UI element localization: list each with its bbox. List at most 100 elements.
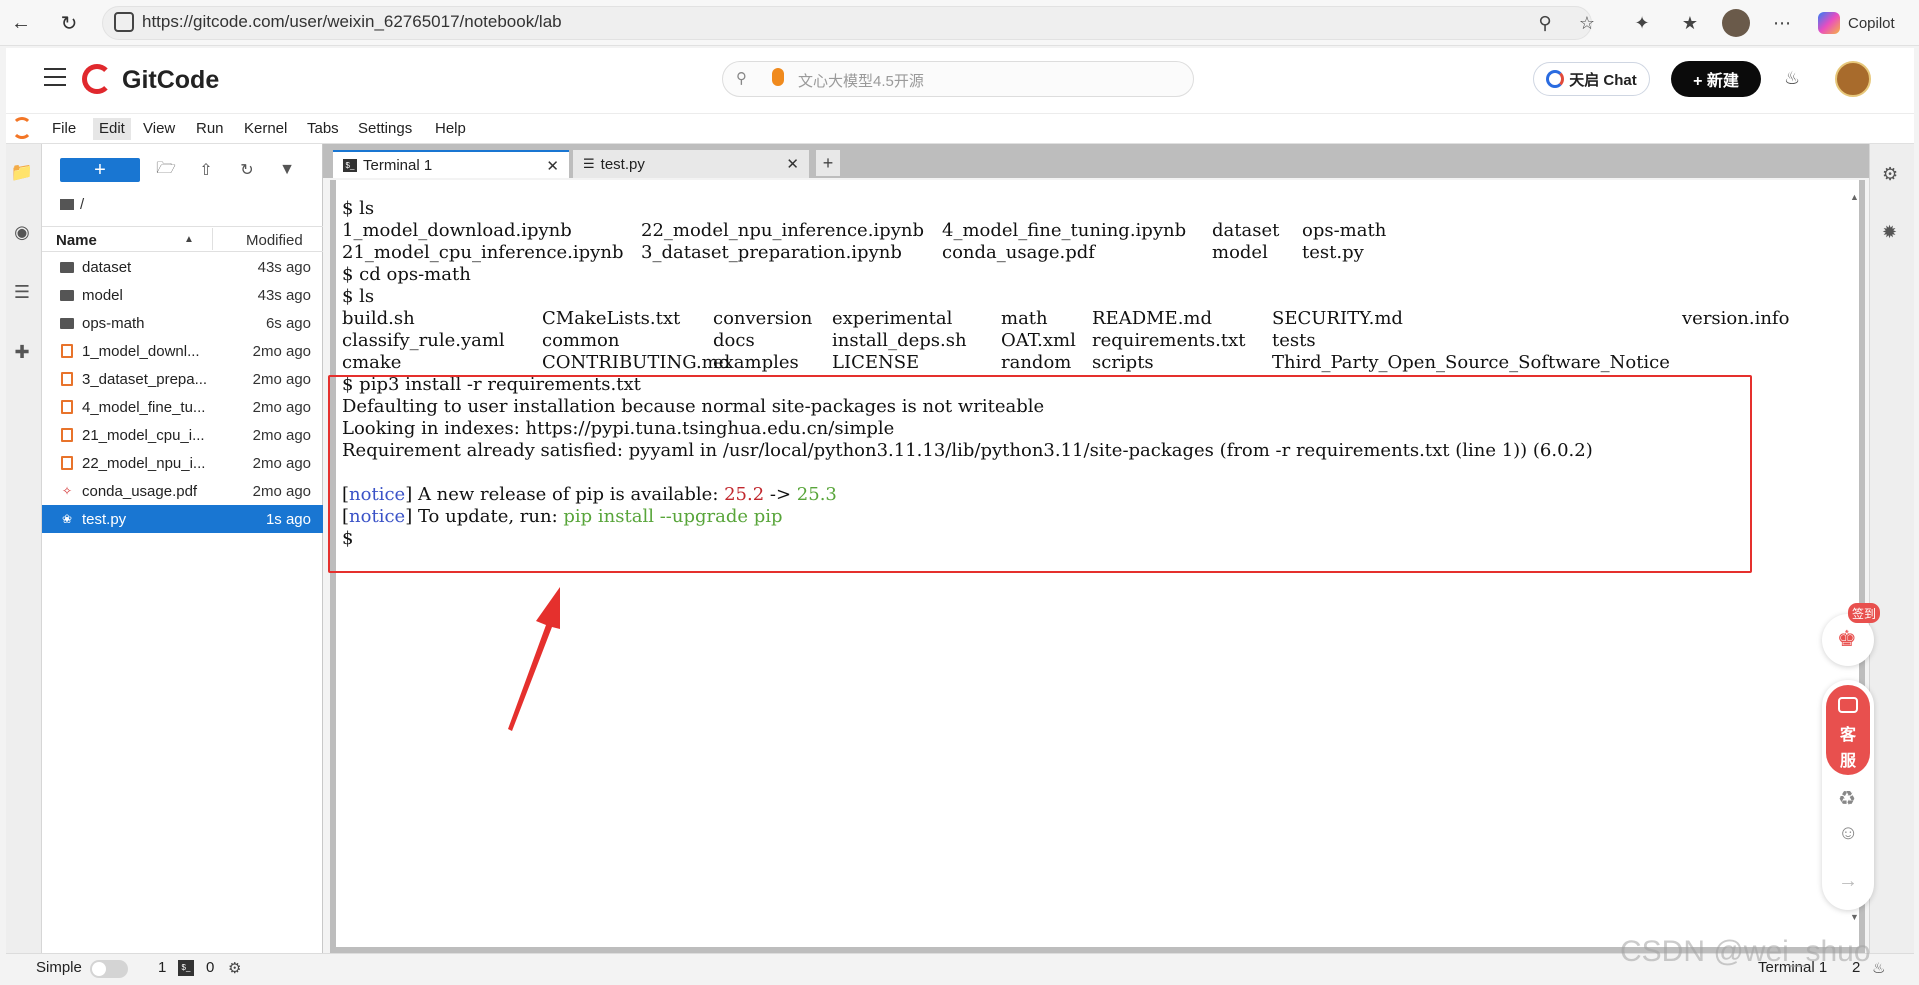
notification-bell-icon[interactable]: ♨ (1872, 959, 1885, 977)
file-name: 21_model_cpu_i... (82, 426, 205, 444)
flame-icon (772, 68, 784, 86)
file-row[interactable]: 4_model_fine_tu... 2mo ago (42, 393, 323, 421)
terminal-cell: experimental (832, 308, 953, 329)
menu-tabs[interactable]: Tabs (301, 118, 345, 140)
annotation-arrow (508, 587, 560, 731)
file-row[interactable]: ops-math 6s ago (42, 309, 323, 337)
site-info-icon[interactable] (114, 12, 134, 32)
debugger-icon[interactable]: ✹ (1882, 222, 1897, 243)
favorites-icon[interactable]: ★ (1676, 10, 1704, 36)
file-row[interactable]: model 43s ago (42, 281, 323, 309)
file-name: test.py (82, 510, 127, 528)
tab-terminal[interactable]: $_ Terminal 1 ✕ (333, 150, 569, 178)
scroll-down-icon[interactable]: ▼ (1850, 912, 1859, 922)
kefu-label-2: 服 (1839, 753, 1856, 770)
terminal-cell: dataset (1212, 220, 1280, 241)
file-row[interactable]: 3_dataset_prepa... 2mo ago (42, 365, 323, 393)
feedback-smile-icon[interactable]: ☺ (1838, 822, 1858, 845)
reload-icon[interactable]: ↻ (54, 8, 84, 38)
close-icon[interactable]: ✕ (786, 155, 799, 173)
file-row[interactable]: 1_model_downl... 2mo ago (42, 337, 323, 365)
property-inspector-icon[interactable]: ⚙ (1882, 164, 1898, 185)
terminal-cell: 21_model_cpu_inference.ipynb (342, 242, 624, 263)
terminal-cell: OAT.xml (1001, 330, 1076, 351)
terminal-icon: $_ (343, 158, 357, 172)
copilot-button[interactable]: Copilot (1810, 6, 1910, 40)
menu-help[interactable]: Help (429, 118, 472, 140)
terminal-cell: 1_model_download.ipynb (342, 220, 572, 241)
file-name: ops-math (82, 314, 145, 332)
terminal-cell: test.py (1302, 242, 1364, 263)
file-row[interactable]: 21_model_cpu_i... 2mo ago (42, 421, 323, 449)
upload-icon[interactable]: ⇧ (194, 158, 218, 182)
menu-edit[interactable]: Edit (93, 118, 131, 140)
profile-avatar[interactable] (1722, 9, 1750, 37)
file-row[interactable]: 22_model_npu_i... 2mo ago (42, 449, 323, 477)
chat-label: 天启 Chat (1569, 71, 1637, 89)
file-name: 1_model_downl... (82, 342, 200, 360)
right-sidebar (1869, 144, 1914, 953)
extension-icon[interactable]: ✚ (10, 340, 34, 364)
file-row[interactable]: dataset 43s ago (42, 253, 323, 281)
new-launcher-button[interactable]: + (60, 158, 140, 182)
extensions-icon[interactable]: ✦ (1628, 10, 1656, 36)
customer-service-button[interactable]: 客 服 (1826, 685, 1870, 775)
favorite-star-icon[interactable]: ☆ (1573, 10, 1601, 36)
menu-kernel[interactable]: Kernel (238, 118, 293, 140)
menu-run[interactable]: Run (190, 118, 230, 140)
search-input[interactable] (722, 61, 1194, 97)
terminal-cell: model (1212, 242, 1268, 263)
file-name: dataset (82, 258, 132, 276)
bell-icon[interactable]: ♨ (1784, 68, 1800, 89)
terminal-line: $ ls (342, 286, 375, 307)
back-icon[interactable]: ← (6, 8, 36, 38)
notebook-icon (60, 400, 74, 414)
zoom-icon[interactable]: ⚲ (1531, 10, 1559, 36)
notebook-icon (60, 428, 74, 442)
tab-test-py[interactable]: ☰ test.py ✕ (573, 150, 809, 178)
url-text: https://gitcode.com/user/weixin_62765017… (142, 12, 562, 31)
checkin-badge[interactable]: 签到 (1848, 603, 1880, 623)
file-row[interactable]: ✧ conda_usage.pdf 2mo ago (42, 477, 323, 505)
file-modified: 43s ago (257, 258, 311, 276)
highlight-box (328, 375, 1752, 573)
refresh-icon[interactable]: ↻ (235, 158, 259, 182)
breadcrumb-folder-icon[interactable] (60, 199, 74, 210)
python-icon: ❀ (61, 512, 73, 526)
file-modified: 43s ago (257, 286, 311, 304)
column-name[interactable]: Name (56, 232, 97, 249)
brand-name[interactable]: GitCode (122, 66, 219, 95)
column-modified[interactable]: Modified (246, 232, 303, 249)
share-icon[interactable]: ♻ (1838, 786, 1856, 811)
back-to-top-icon[interactable]: → (1838, 870, 1858, 893)
simple-mode-label: Simple (36, 959, 82, 976)
gitcode-logo[interactable] (82, 64, 112, 94)
toc-icon[interactable]: ☰ (10, 280, 34, 304)
kernel-count: 0 (206, 959, 215, 976)
watermark: CSDN @wei_shuo (1620, 935, 1871, 968)
close-icon[interactable]: ✕ (546, 157, 559, 175)
terminal-cell: Third_Party_Open_Source_Software_Notice (1272, 352, 1670, 373)
scroll-up-icon[interactable]: ▲ (1850, 192, 1859, 202)
user-avatar[interactable] (1835, 61, 1871, 97)
running-icon[interactable]: ◉ (10, 220, 34, 244)
menu-view[interactable]: View (137, 118, 181, 140)
file-row-selected[interactable]: ❀ test.py 1s ago (42, 505, 323, 533)
new-folder-icon[interactable]: 🗁 (154, 158, 178, 182)
pdf-icon: ✧ (61, 484, 73, 498)
filter-icon[interactable]: ▼ (275, 158, 299, 182)
new-button[interactable]: + 新建 (1671, 61, 1761, 97)
hamburger-icon[interactable] (44, 68, 66, 86)
simple-mode-toggle[interactable] (90, 960, 128, 978)
text-file-icon: ☰ (583, 156, 595, 171)
terminal-cell: scripts (1092, 352, 1154, 373)
breadcrumb[interactable]: / (80, 196, 84, 213)
terminal-cell: common (542, 330, 620, 351)
menu-file[interactable]: File (46, 118, 82, 140)
chat-button[interactable]: 天启 Chat (1533, 62, 1650, 96)
more-icon[interactable]: ⋯ (1768, 10, 1796, 36)
folder-icon[interactable]: 📁 (10, 160, 34, 184)
add-tab-icon[interactable]: + (816, 150, 840, 176)
menu-settings[interactable]: Settings (352, 118, 418, 140)
sort-up-icon: ▲ (184, 234, 194, 245)
